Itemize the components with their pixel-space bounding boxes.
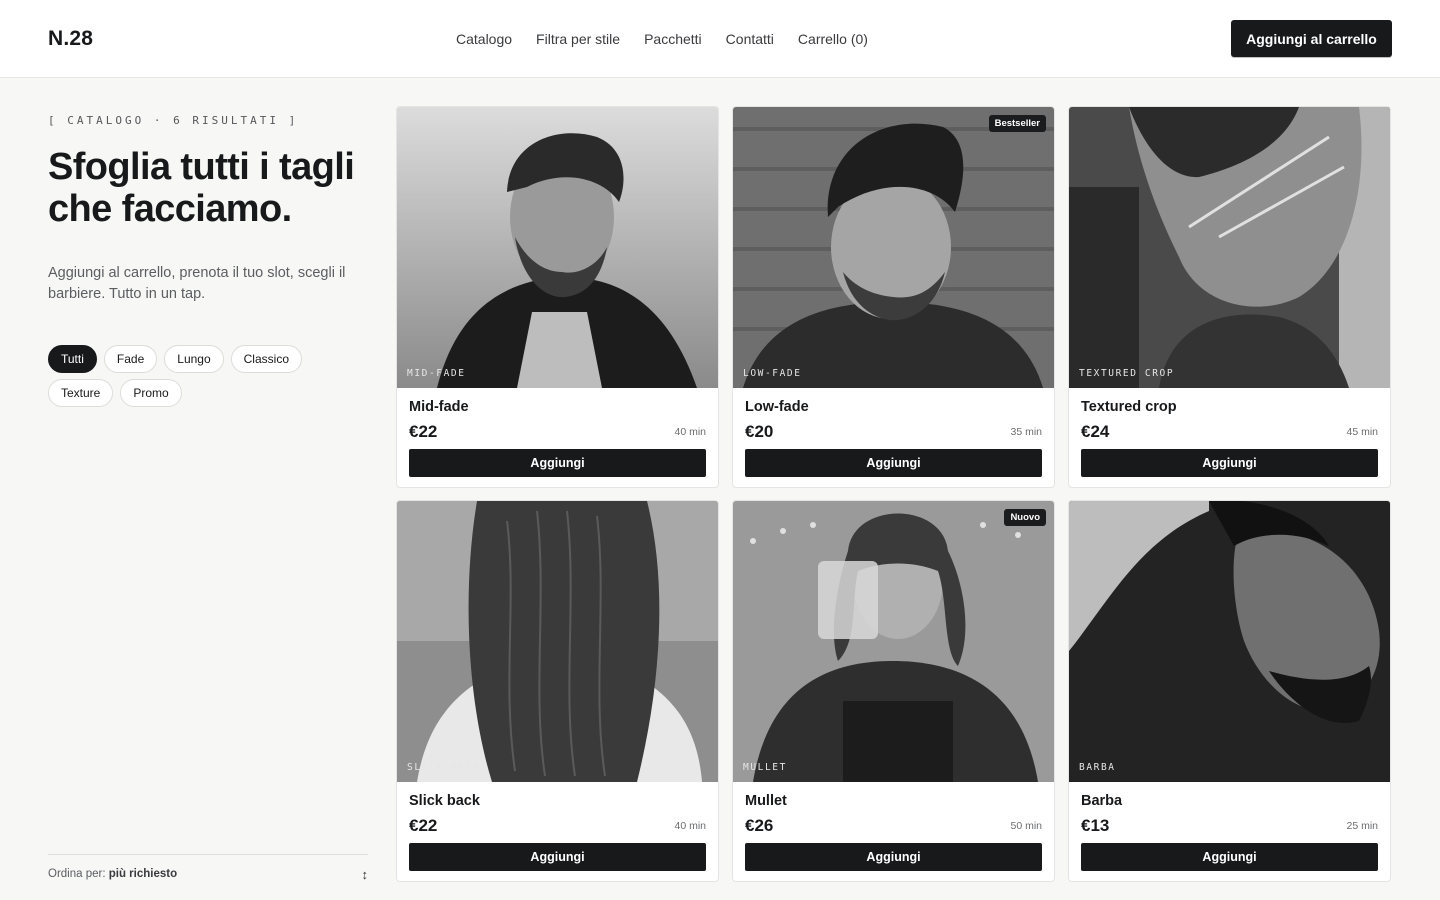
- low-fade-photo: [733, 107, 1054, 388]
- nav-catalogo[interactable]: Catalogo: [456, 31, 512, 47]
- product-price: €24: [1081, 422, 1110, 441]
- product-price: €22: [409, 422, 438, 441]
- product-image: SLICK BACK: [397, 501, 718, 782]
- mullet-photo: [733, 501, 1054, 782]
- sort-control[interactable]: Ordina per: più richiesto ↕: [48, 854, 369, 882]
- barba-photo: [1069, 501, 1390, 782]
- product-name: Slick back: [409, 793, 480, 809]
- product-price: €22: [409, 816, 438, 835]
- product-card[interactable]: BARBA Barba €13 25 min Aggiungi: [1068, 500, 1391, 882]
- image-label: MULLET: [743, 762, 787, 773]
- add-to-cart-button[interactable]: Aggiungi al carrello: [1231, 20, 1392, 57]
- filter-chip-lungo[interactable]: Lungo: [164, 345, 224, 373]
- product-price: €13: [1081, 816, 1110, 835]
- product-card[interactable]: TEXTURED CROP Textured crop €24 45 min A…: [1068, 106, 1391, 488]
- add-button[interactable]: Aggiungi: [1081, 843, 1378, 871]
- image-label: MID-FADE: [407, 368, 466, 379]
- logo[interactable]: N.28: [48, 27, 93, 51]
- product-card[interactable]: Nuovo MULLET Mullet €26 50 min Aggiungi: [732, 500, 1055, 882]
- product-duration: 40 min: [674, 820, 706, 832]
- image-label: LOW-FADE: [743, 368, 802, 379]
- product-image: Bestseller LOW-FADE: [733, 107, 1054, 388]
- results-eyebrow: [ CATALOGO · 6 RISULTATI ]: [48, 114, 299, 127]
- product-name: Mid-fade: [409, 399, 469, 415]
- filter-chip-texture[interactable]: Texture: [48, 379, 114, 407]
- add-button[interactable]: Aggiungi: [409, 449, 706, 477]
- filter-chip-fade[interactable]: Fade: [103, 345, 158, 373]
- product-name: Barba: [1081, 793, 1123, 809]
- page-subtitle: Aggiungi al carrello, prenota il tuo slo…: [48, 265, 346, 302]
- sort-label: Ordina per:: [48, 868, 106, 880]
- product-badge: Bestseller: [988, 115, 1046, 132]
- product-name: Low-fade: [745, 399, 809, 415]
- nav-carrello[interactable]: Carrello (0): [798, 31, 868, 47]
- product-duration: 35 min: [1010, 426, 1042, 438]
- page-title: Sfoglia tutti i tagli che facciamo.: [48, 146, 355, 230]
- nav-contatti[interactable]: Contatti: [726, 31, 774, 47]
- product-badge: Nuovo: [1004, 509, 1046, 526]
- image-label: TEXTURED CROP: [1079, 368, 1175, 379]
- site-header: N.28 Catalogo Filtra per stile Pacchetti…: [0, 0, 1440, 78]
- sort-arrows-icon[interactable]: ↕: [362, 867, 369, 882]
- product-card[interactable]: Bestseller LOW-FADE Low-fade €20 35 min …: [732, 106, 1055, 488]
- product-image: MID-FADE: [397, 107, 718, 388]
- nav-filtra-per-stile[interactable]: Filtra per stile: [536, 31, 620, 47]
- product-duration: 50 min: [1010, 820, 1042, 832]
- product-image: Nuovo MULLET: [733, 501, 1054, 782]
- product-price: €26: [745, 816, 774, 835]
- product-card[interactable]: MID-FADE Mid-fade €22 40 min Aggiungi: [396, 106, 719, 488]
- image-label: BARBA: [1079, 762, 1116, 773]
- filter-chip-tutti[interactable]: Tutti: [48, 345, 97, 373]
- product-price: €20: [745, 422, 774, 441]
- add-button[interactable]: Aggiungi: [1081, 449, 1378, 477]
- product-card[interactable]: SLICK BACK Slick back €22 40 min Aggiung…: [396, 500, 719, 882]
- product-duration: 40 min: [674, 426, 706, 438]
- add-button[interactable]: Aggiungi: [409, 843, 706, 871]
- nav-pacchetti[interactable]: Pacchetti: [644, 31, 702, 47]
- sort-value: più richiesto: [108, 868, 178, 880]
- product-name: Mullet: [745, 793, 787, 809]
- product-grid: MID-FADE Mid-fade €22 40 min Aggiungi Be…: [396, 106, 1391, 882]
- product-duration: 45 min: [1346, 426, 1378, 438]
- filter-chip-classico[interactable]: Classico: [230, 345, 302, 373]
- product-image: BARBA: [1069, 501, 1390, 782]
- textured-crop-photo: [1069, 107, 1390, 388]
- product-name: Textured crop: [1081, 399, 1177, 415]
- slick-back-photo: [397, 501, 718, 782]
- filter-chip-promo[interactable]: Promo: [120, 379, 182, 407]
- filter-chips: Tutti Fade Lungo Classico Texture Promo: [48, 345, 338, 407]
- mid-fade-photo: [397, 107, 718, 388]
- add-button[interactable]: Aggiungi: [745, 843, 1042, 871]
- main-nav: Catalogo Filtra per stile Pacchetti Cont…: [456, 31, 868, 47]
- product-image: TEXTURED CROP: [1069, 107, 1390, 388]
- add-button[interactable]: Aggiungi: [745, 449, 1042, 477]
- image-label: SLICK BACK: [407, 762, 481, 773]
- product-duration: 25 min: [1346, 820, 1378, 832]
